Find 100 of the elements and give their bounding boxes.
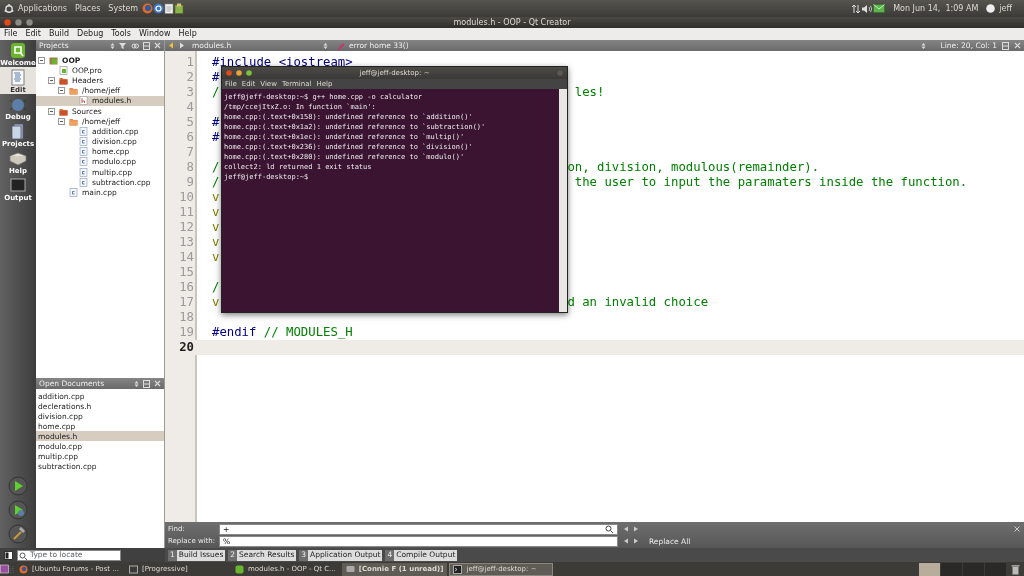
code-text: v: [212, 220, 220, 234]
chat-icon: [345, 564, 355, 574]
dropdown-arrows-icon[interactable]: [134, 379, 139, 388]
clock[interactable]: Mon Jun 14, 1:09 AM: [893, 3, 979, 14]
line-number: 4: [185, 100, 194, 115]
menu-item[interactable]: Build: [48, 29, 69, 39]
folder-icon: [69, 116, 78, 126]
close-icon[interactable]: [154, 380, 161, 387]
function-icon: [337, 41, 345, 50]
folder-icon: [69, 86, 78, 96]
link-icon[interactable]: [131, 41, 139, 50]
collapse-icon[interactable]: [48, 107, 55, 115]
split-icon[interactable]: [1002, 41, 1009, 50]
notepad-icon[interactable]: [164, 3, 175, 14]
dropdown-arrows-icon[interactable]: [110, 41, 115, 50]
code-text: /: [212, 280, 220, 294]
line-number: 20: [178, 340, 194, 355]
line-number: 12: [178, 220, 194, 235]
line-number: 7: [185, 145, 194, 160]
code-text: /: [212, 85, 220, 99]
code-text: on, division, modulous(remainder).: [567, 160, 820, 174]
package-icon[interactable]: [174, 3, 185, 14]
line-number: 5: [185, 115, 194, 130]
close-icon[interactable]: [1014, 526, 1020, 532]
project-icon: [49, 55, 58, 65]
search-icon: [605, 525, 614, 533]
collapse-icon[interactable]: [38, 56, 45, 64]
close-icon[interactable]: [4, 19, 11, 26]
menu-item[interactable]: Edit: [25, 29, 41, 39]
menu-item[interactable]: File: [4, 29, 18, 39]
line-number: 2: [185, 70, 194, 85]
panel-menu[interactable]: Places: [74, 3, 101, 14]
code-text: #endif // MODULES_H: [212, 325, 353, 339]
dropdown-arrows-icon: [920, 41, 926, 50]
source-file-icon: [79, 157, 88, 167]
menu-item[interactable]: Debug: [77, 29, 104, 39]
code-text: /: [212, 160, 220, 174]
app-icon: [234, 564, 244, 574]
menu-item[interactable]: Window: [139, 29, 171, 39]
hammer-icon[interactable]: [8, 524, 28, 544]
collapse-icon[interactable]: [58, 87, 65, 95]
maximize-icon[interactable]: [246, 70, 252, 76]
minimize-icon[interactable]: [236, 70, 242, 76]
help-icon[interactable]: [153, 3, 165, 14]
line-number: 17: [178, 295, 194, 310]
line-number: 3: [185, 85, 194, 100]
code-text: #include <iostream>: [212, 55, 353, 69]
scrollbar[interactable]: [559, 89, 567, 312]
header-file-icon: [79, 96, 88, 106]
menu-item[interactable]: Tools: [111, 29, 131, 39]
run-icon[interactable]: [8, 476, 28, 496]
user-icon[interactable]: [986, 4, 996, 13]
menu-item[interactable]: Help: [178, 29, 197, 39]
help-mode-icon: [8, 150, 28, 167]
window-icon: [128, 564, 138, 574]
panel-menu[interactable]: System: [108, 3, 139, 14]
search-icon: [19, 551, 28, 560]
code-text: v: [212, 205, 220, 219]
line-number: 9: [185, 175, 194, 190]
line-number: 11: [178, 205, 194, 220]
line-number: 8: [185, 160, 194, 175]
code-text: v: [212, 190, 220, 204]
line-number: 13: [178, 235, 194, 250]
code-text: d an invalid choice: [567, 295, 709, 309]
filter-icon[interactable]: [119, 41, 127, 50]
back-icon[interactable]: [168, 42, 174, 49]
code-text: #: [212, 130, 220, 144]
line-number: 15: [178, 265, 194, 280]
folder-icon: [59, 75, 68, 85]
split-icon[interactable]: [143, 379, 150, 388]
code-text: #: [212, 115, 220, 129]
debug-run-icon[interactable]: [8, 500, 28, 520]
collapse-icon[interactable]: [48, 76, 55, 84]
code-text: /: [212, 175, 220, 189]
panel-menu[interactable]: Applications: [18, 3, 67, 14]
collapse-icon[interactable]: [58, 117, 65, 125]
split-icon[interactable]: [143, 41, 150, 50]
code-text: v: [212, 250, 220, 264]
forward-icon[interactable]: [179, 42, 185, 49]
source-file-icon: [79, 137, 88, 147]
mail-icon[interactable]: [873, 4, 886, 13]
close-icon[interactable]: [226, 70, 232, 76]
user-name[interactable]: jeff: [999, 3, 1012, 14]
code-text: #: [212, 70, 220, 84]
folder-icon: [59, 106, 68, 116]
network-icon[interactable]: [851, 3, 862, 14]
ubuntu-logo-icon[interactable]: [4, 3, 14, 14]
sidebar-toggle-icon[interactable]: [4, 550, 13, 560]
maximize-icon[interactable]: [26, 19, 33, 26]
code-text: v: [212, 235, 220, 249]
close-icon[interactable]: [154, 42, 161, 49]
line-number: 6: [185, 130, 194, 145]
workspace-button[interactable]: [919, 562, 940, 576]
trash-icon[interactable]: [1011, 563, 1020, 575]
source-file-icon: [79, 177, 88, 187]
volume-icon[interactable]: [861, 3, 874, 14]
minimize-icon[interactable]: [15, 19, 22, 26]
code-text: les!: [574, 85, 605, 99]
show-desktop-icon[interactable]: [0, 564, 9, 574]
close-icon[interactable]: [1014, 42, 1021, 49]
